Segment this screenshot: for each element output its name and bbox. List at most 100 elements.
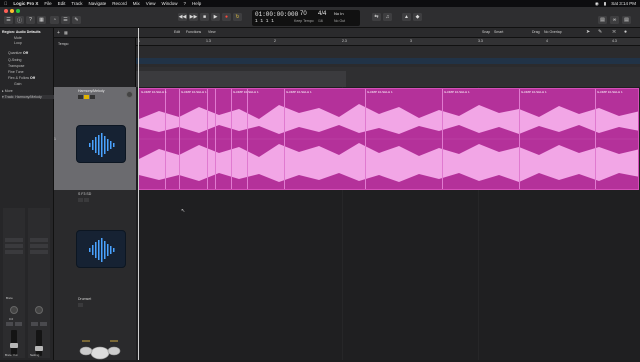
- smart-controls-button[interactable]: ◔: [50, 16, 59, 24]
- library-button[interactable]: ☰: [4, 16, 13, 24]
- track-row-3[interactable]: Drumset: [54, 294, 136, 360]
- strip2-eq-button[interactable]: [30, 244, 48, 248]
- record-button[interactable]: ●: [222, 13, 231, 21]
- inspector-more[interactable]: ▸ More: [2, 89, 13, 93]
- track-name[interactable]: Harmony/Melody: [78, 89, 104, 93]
- battery-icon[interactable]: ▮: [604, 1, 606, 7]
- forward-button[interactable]: ▶▶: [189, 13, 198, 21]
- strip2-solo-button[interactable]: [40, 322, 47, 326]
- strip-input-slot[interactable]: [5, 250, 23, 254]
- track-record-button[interactable]: [90, 95, 95, 99]
- inspector-row-transpose[interactable]: Transpose: [8, 64, 24, 68]
- menu-help[interactable]: Help: [192, 1, 201, 6]
- waveform-zoom-icon[interactable]: ≍: [612, 29, 616, 35]
- track-row-2[interactable]: S F3 SD: [54, 190, 136, 294]
- strip-pan-knob[interactable]: [10, 306, 18, 314]
- apple-icon[interactable]: : [4, 1, 7, 6]
- menu-clock[interactable]: Sat 3:14 PM: [611, 1, 636, 7]
- toolbar-button[interactable]: ▦: [37, 16, 46, 24]
- minimize-window-icon[interactable]: [10, 9, 14, 13]
- track-mute-button[interactable]: [78, 198, 83, 202]
- add-track-button[interactable]: +: [57, 30, 60, 36]
- strip2-fader-cap[interactable]: [35, 346, 43, 351]
- strip-setting-button[interactable]: [5, 238, 23, 242]
- mixer-button[interactable]: ☰: [61, 16, 70, 24]
- pencil-tool-icon[interactable]: ✎: [598, 29, 602, 35]
- view-menu[interactable]: View: [208, 30, 216, 34]
- strip-eq-button[interactable]: [5, 244, 23, 248]
- region-split[interactable]: [365, 89, 366, 189]
- playhead[interactable]: [138, 28, 139, 360]
- strip-solo-button[interactable]: [15, 322, 22, 326]
- menu-edit[interactable]: Edit: [58, 1, 66, 6]
- inspector-row-finetune[interactable]: Fine Tune: [8, 70, 24, 74]
- menu-file[interactable]: File: [44, 1, 51, 6]
- inspector-row-loop[interactable]: Loop: [14, 41, 22, 45]
- pointer-tool-icon[interactable]: ➤: [586, 29, 590, 35]
- tuner-button[interactable]: ♫: [383, 13, 392, 21]
- editors-button[interactable]: ✎: [72, 16, 81, 24]
- inspector-row-flex[interactable]: Flex & Follow Off: [8, 76, 35, 80]
- metronome-button[interactable]: ▲: [402, 13, 411, 21]
- menu-record[interactable]: Record: [112, 1, 127, 6]
- region-split[interactable]: [179, 89, 180, 189]
- stop-button[interactable]: ■: [200, 13, 209, 21]
- bar-ruler[interactable]: 1 1.3 2 2.3 3 3.3 4 4.3: [136, 38, 640, 46]
- loops-button[interactable]: ∞: [610, 16, 619, 24]
- region-split[interactable]: [247, 89, 248, 189]
- region-split[interactable]: [215, 89, 216, 189]
- menu-track[interactable]: Track: [71, 1, 82, 6]
- track-solo-button[interactable]: [84, 95, 89, 99]
- tempo-lane[interactable]: [136, 67, 640, 87]
- strip2-mute-button[interactable]: [31, 322, 38, 326]
- track-volume-knob[interactable]: [126, 91, 133, 98]
- play-button[interactable]: ▶: [211, 13, 220, 21]
- wifi-icon[interactable]: ◉: [595, 1, 599, 7]
- region-split[interactable]: [165, 89, 166, 189]
- region-split[interactable]: [519, 89, 520, 189]
- lcd-display[interactable]: 01:00:00:000 1 1 1 1 70 Keep Tempo 4/4 /…: [252, 10, 360, 26]
- track-mute-button[interactable]: [78, 95, 83, 99]
- replace-button[interactable]: ⇆: [372, 13, 381, 21]
- audio-region[interactable]: G-DMP 10-SHLH 1 G-DMP 10-SHLH 1 G-DMP 10…: [138, 88, 639, 190]
- track-header-options-icon[interactable]: ▦: [64, 30, 68, 35]
- track-name[interactable]: Drumset: [78, 297, 91, 301]
- inspector-row-gain[interactable]: Gain: [14, 82, 21, 86]
- drag-select[interactable]: No Overlap: [544, 30, 562, 34]
- notepad-button[interactable]: ▤: [598, 16, 607, 24]
- zoom-window-icon[interactable]: [16, 9, 20, 13]
- rewind-button[interactable]: ◀◀: [178, 13, 187, 21]
- inspector-row-mute[interactable]: Mute: [14, 36, 22, 40]
- strip2-setting-button[interactable]: [30, 238, 48, 242]
- inspector-button[interactable]: ⓘ: [15, 16, 24, 24]
- track-solo-button[interactable]: [84, 198, 89, 202]
- inspector-region-header[interactable]: Region: Audio Defaults: [2, 30, 41, 34]
- menu-window[interactable]: Window: [161, 1, 177, 6]
- track-mute-button[interactable]: [78, 303, 83, 307]
- count-in-button[interactable]: ◆: [413, 13, 422, 21]
- menu-navigate[interactable]: Navigate: [89, 1, 107, 6]
- strip2-input-slot[interactable]: [30, 250, 48, 254]
- menu-mix[interactable]: Mix: [133, 1, 140, 6]
- strip-mute-button[interactable]: [6, 322, 13, 326]
- browser-button[interactable]: ▤: [622, 16, 631, 24]
- region-split[interactable]: [231, 89, 232, 189]
- inspector-track-header[interactable]: ▾ Track: Harmony/Melody: [2, 95, 54, 99]
- snap-select[interactable]: Smart: [494, 30, 503, 34]
- menu-extra[interactable]: ?: [184, 1, 187, 6]
- menu-app-name[interactable]: Logic Pro X: [13, 1, 38, 6]
- cycle-area[interactable]: [136, 58, 640, 64]
- region-split[interactable]: [207, 89, 208, 189]
- strip2-pan-knob[interactable]: [35, 306, 43, 314]
- inspector-row-qswing[interactable]: Q-Swing: [8, 58, 21, 62]
- region-split[interactable]: [284, 89, 285, 189]
- region-split[interactable]: [442, 89, 443, 189]
- menu-view[interactable]: View: [146, 1, 156, 6]
- track-name[interactable]: S F3 SD: [78, 192, 91, 196]
- functions-menu[interactable]: Functions: [186, 30, 201, 34]
- edit-menu[interactable]: Edit: [174, 30, 180, 34]
- strip-fader-cap[interactable]: [10, 343, 18, 348]
- inspector-row-quantize[interactable]: Quantize Off: [8, 51, 28, 55]
- zoom-slider-icon[interactable]: ●: [624, 29, 627, 35]
- close-window-icon[interactable]: [4, 9, 8, 13]
